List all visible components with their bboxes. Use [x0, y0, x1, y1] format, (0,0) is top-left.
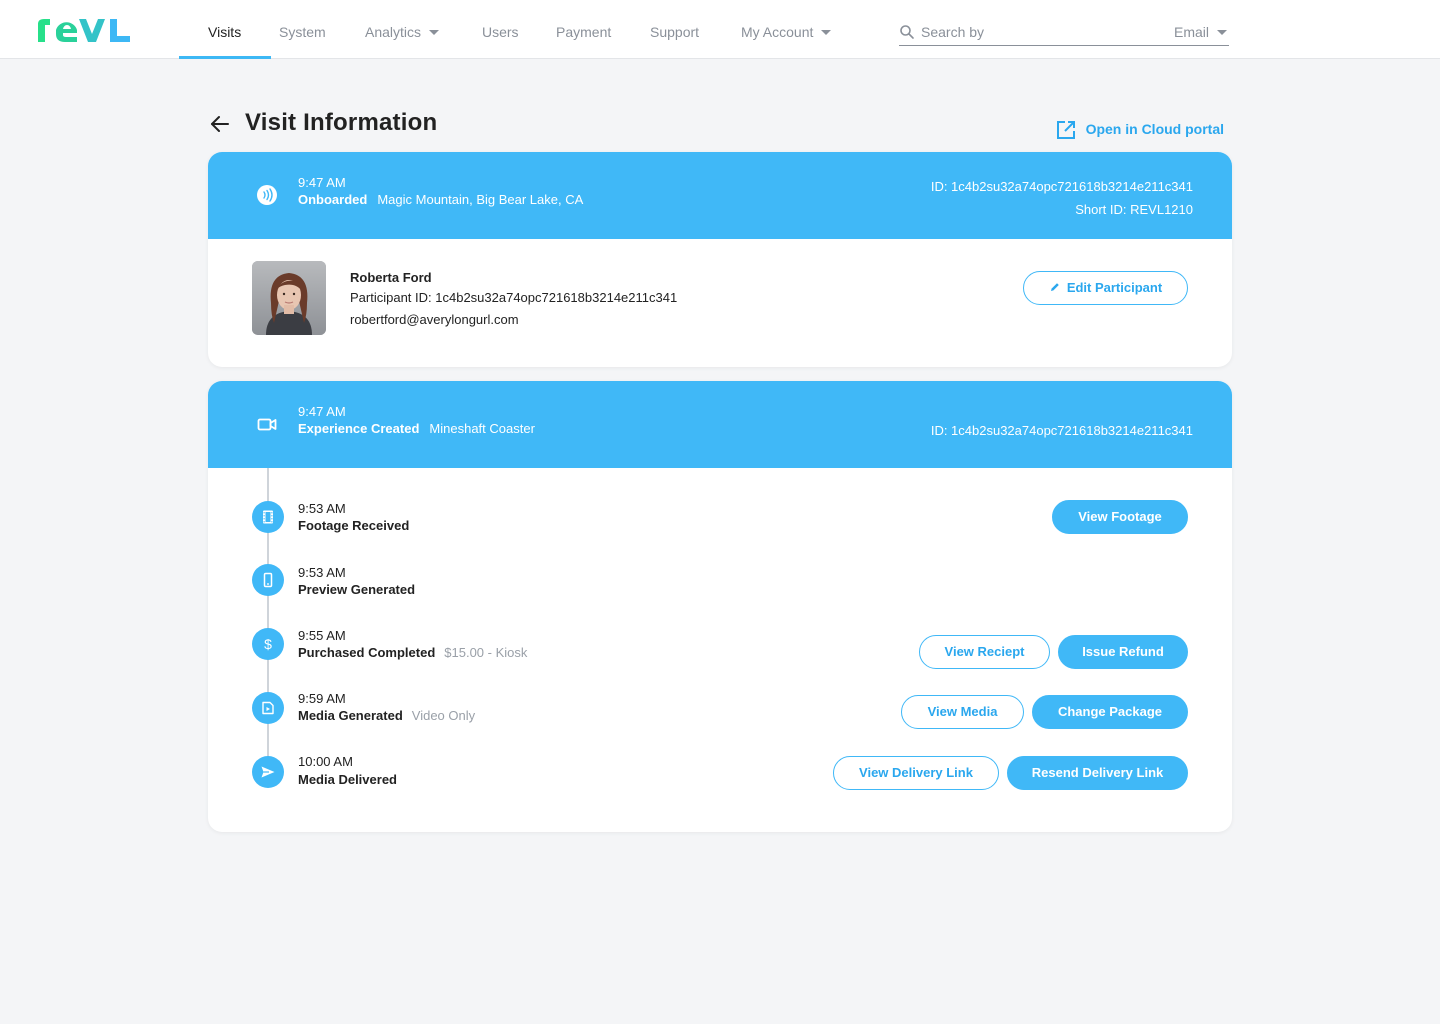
timeline-label: Preview Generated — [298, 582, 415, 597]
experience-header: 9:47 AM Experience Created Mineshaft Coas… — [208, 381, 1232, 468]
nfc-icon — [257, 185, 277, 205]
timeline-detail: Video Only — [411, 708, 476, 723]
cloud-link-label: Open in Cloud portal — [1085, 121, 1224, 137]
experience-card: 9:47 AM Experience Created Mineshaft Coas… — [208, 381, 1232, 832]
nav-payment[interactable]: Payment — [556, 0, 611, 59]
experience-time: 9:47 AM — [298, 404, 346, 419]
view-media-button[interactable]: View Media — [901, 695, 1024, 729]
nav-system[interactable]: System — [279, 0, 326, 59]
timeline-dot: $ — [252, 628, 284, 660]
search-bar: Email — [899, 20, 1229, 46]
timeline-time: 10:00 AM — [298, 754, 353, 769]
chevron-down-icon — [429, 30, 440, 35]
timeline-label: Media Delivered — [298, 772, 397, 787]
issue-refund-button[interactable]: Issue Refund — [1058, 635, 1188, 669]
nav-support[interactable]: Support — [650, 0, 699, 59]
visit-id: ID: 1c4b2su32a74opc721618b3214e211c341 — [930, 179, 1193, 194]
revl-logo[interactable] — [36, 16, 132, 44]
timeline-time: 9:55 AM — [298, 628, 346, 643]
participant-name: Roberta Ford — [350, 270, 432, 285]
back-arrow-icon[interactable] — [209, 113, 231, 135]
experience-status: Experience Created — [298, 421, 420, 436]
search-filter-value: Email — [1173, 24, 1209, 40]
timeline-time: 9:53 AM — [298, 565, 346, 580]
nav-analytics[interactable]: Analytics — [365, 0, 440, 59]
edit-participant-label: Edit Participant — [1066, 280, 1163, 295]
timeline-label: Footage Received — [298, 518, 409, 533]
participant-id: Participant ID: 1c4b2su32a74opc721618b32… — [350, 290, 678, 305]
nav-my-account-label: My Account — [741, 24, 814, 40]
dollar-icon: $ — [264, 636, 272, 652]
view-footage-button[interactable]: View Footage — [1052, 500, 1188, 534]
timeline-label-text: Media Delivered — [298, 772, 397, 787]
timeline-dot — [252, 501, 284, 533]
timeline-label-text: Preview Generated — [298, 582, 416, 597]
resend-delivery-link-button[interactable]: Resend Delivery Link — [1007, 756, 1188, 790]
nav-visits[interactable]: Visits — [208, 0, 241, 59]
chevron-down-icon — [821, 30, 832, 35]
active-tab-indicator — [179, 56, 271, 59]
participant-email: robertford@averylongurl.com — [350, 312, 519, 327]
edit-participant-button[interactable]: Edit Participant — [1023, 271, 1188, 305]
timeline-dot — [252, 564, 284, 596]
onboard-location: Magic Mountain, Big Bear Lake, CA — [377, 192, 584, 207]
view-receipt-button[interactable]: View Reciept — [919, 635, 1050, 669]
onboard-status-line: Onboarded Magic Mountain, Big Bear Lake, … — [298, 192, 583, 207]
film-icon — [263, 510, 273, 524]
onboard-status: Onboarded — [298, 192, 368, 207]
timeline-label: Purchased Completed $15.00 - Kiosk — [298, 645, 527, 660]
avatar — [252, 261, 326, 335]
search-input[interactable] — [921, 22, 1151, 42]
phone-icon — [263, 572, 273, 588]
timeline-time: 9:59 AM — [298, 691, 346, 706]
timeline-label-text: Purchased Completed — [298, 645, 436, 660]
timeline-dot — [252, 756, 284, 788]
change-package-button[interactable]: Change Package — [1032, 695, 1188, 729]
onboard-time: 9:47 AM — [298, 175, 346, 190]
timeline-detail: $15.00 - Kiosk — [444, 645, 528, 660]
send-icon — [261, 766, 275, 778]
experience-status-line: Experience Created Mineshaft Coaster — [298, 421, 535, 436]
video-camera-icon — [257, 418, 277, 431]
media-icon — [262, 701, 274, 715]
page-title: Visit Information — [245, 109, 438, 136]
timeline-time: 9:53 AM — [298, 501, 346, 516]
experience-id: ID: 1c4b2su32a74opc721618b3214e211c341 — [930, 423, 1193, 438]
external-link-icon — [1056, 121, 1075, 139]
nav-my-account[interactable]: My Account — [741, 0, 832, 59]
nav-analytics-label: Analytics — [365, 24, 422, 40]
nav-users[interactable]: Users — [482, 0, 519, 59]
timeline-dot — [252, 692, 284, 724]
short-id: Short ID: REVL1210 — [1075, 202, 1193, 217]
onboard-ids: ID: 1c4b2su32a74opc721618b3214e211c341 S… — [931, 175, 1193, 221]
experience-name: Mineshaft Coaster — [429, 421, 535, 436]
top-nav: Visits System Analytics Users Payment Su… — [0, 0, 1440, 59]
open-cloud-portal-link[interactable]: Open in Cloud portal — [1056, 121, 1224, 143]
search-icon — [900, 25, 914, 39]
timeline-label-text: Media Generated — [298, 708, 403, 723]
timeline-label-text: Footage Received — [298, 518, 410, 533]
onboard-card: 9:47 AM Onboarded Magic Mountain, Big Bea… — [208, 152, 1232, 367]
chevron-down-icon — [1217, 30, 1227, 35]
onboard-header: 9:47 AM Onboarded Magic Mountain, Big Bea… — [208, 152, 1232, 239]
timeline-label: Media Generated Video Only — [298, 708, 475, 723]
search-filter-select[interactable]: Email — [1174, 24, 1227, 40]
pencil-icon — [1050, 283, 1059, 291]
view-delivery-link-button[interactable]: View Delivery Link — [833, 756, 999, 790]
svg-text:$: $ — [264, 636, 272, 652]
